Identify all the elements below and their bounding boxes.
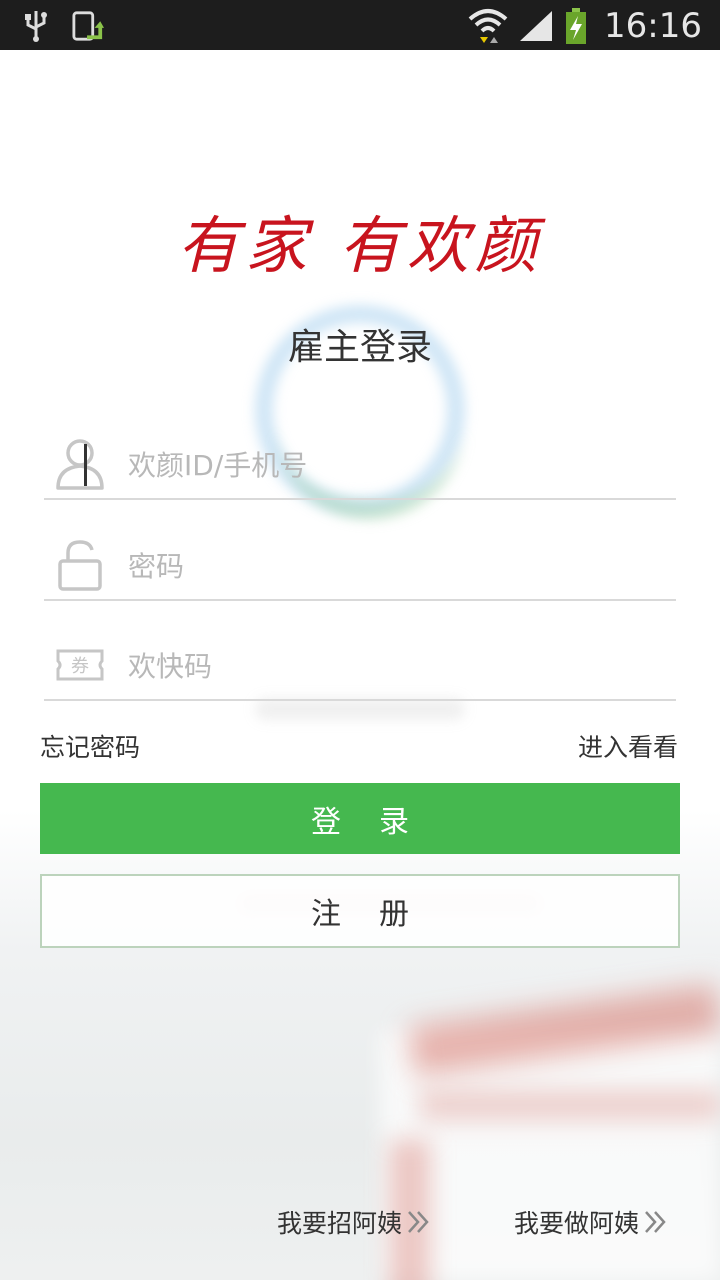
wifi-icon [468, 8, 508, 44]
hire-nanny-link[interactable]: 我要招阿姨 [277, 1204, 432, 1240]
double-chevron-right-icon [643, 1209, 669, 1235]
text-cursor [84, 444, 87, 486]
hire-nanny-label: 我要招阿姨 [277, 1209, 403, 1238]
watermark-logo-subtitle [255, 698, 465, 720]
user-icon [54, 436, 106, 492]
status-bar: 16:16 [0, 0, 720, 50]
coupon-field-row: 券 [44, 601, 676, 701]
become-nanny-label: 我要做阿姨 [514, 1209, 640, 1238]
lock-icon [54, 537, 106, 593]
login-button[interactable]: 登录 [40, 783, 680, 854]
coupon-icon: 券 [54, 637, 106, 693]
background-gift-ribbon [420, 1090, 720, 1120]
forgot-password-link[interactable]: 忘记密码 [40, 728, 140, 764]
username-input[interactable] [128, 440, 668, 490]
slogan: 有家 有欢颜 [177, 209, 543, 282]
status-time: 16:16 [604, 6, 702, 46]
screen-update-icon [72, 8, 104, 44]
signal-icon [518, 8, 554, 44]
password-input[interactable] [128, 541, 668, 591]
password-field-row [44, 501, 676, 601]
page-title: 雇主登录 [287, 327, 432, 368]
battery-charging-icon [564, 8, 588, 44]
coupon-code-input[interactable] [128, 641, 668, 691]
register-button[interactable]: 注册 [40, 874, 680, 948]
username-field-row [44, 400, 676, 500]
double-chevron-right-icon [406, 1209, 432, 1235]
svg-text:券: 券 [71, 656, 89, 677]
usb-icon [20, 8, 52, 44]
browse-link[interactable]: 进入看看 [578, 728, 678, 764]
become-nanny-link[interactable]: 我要做阿姨 [514, 1204, 669, 1240]
